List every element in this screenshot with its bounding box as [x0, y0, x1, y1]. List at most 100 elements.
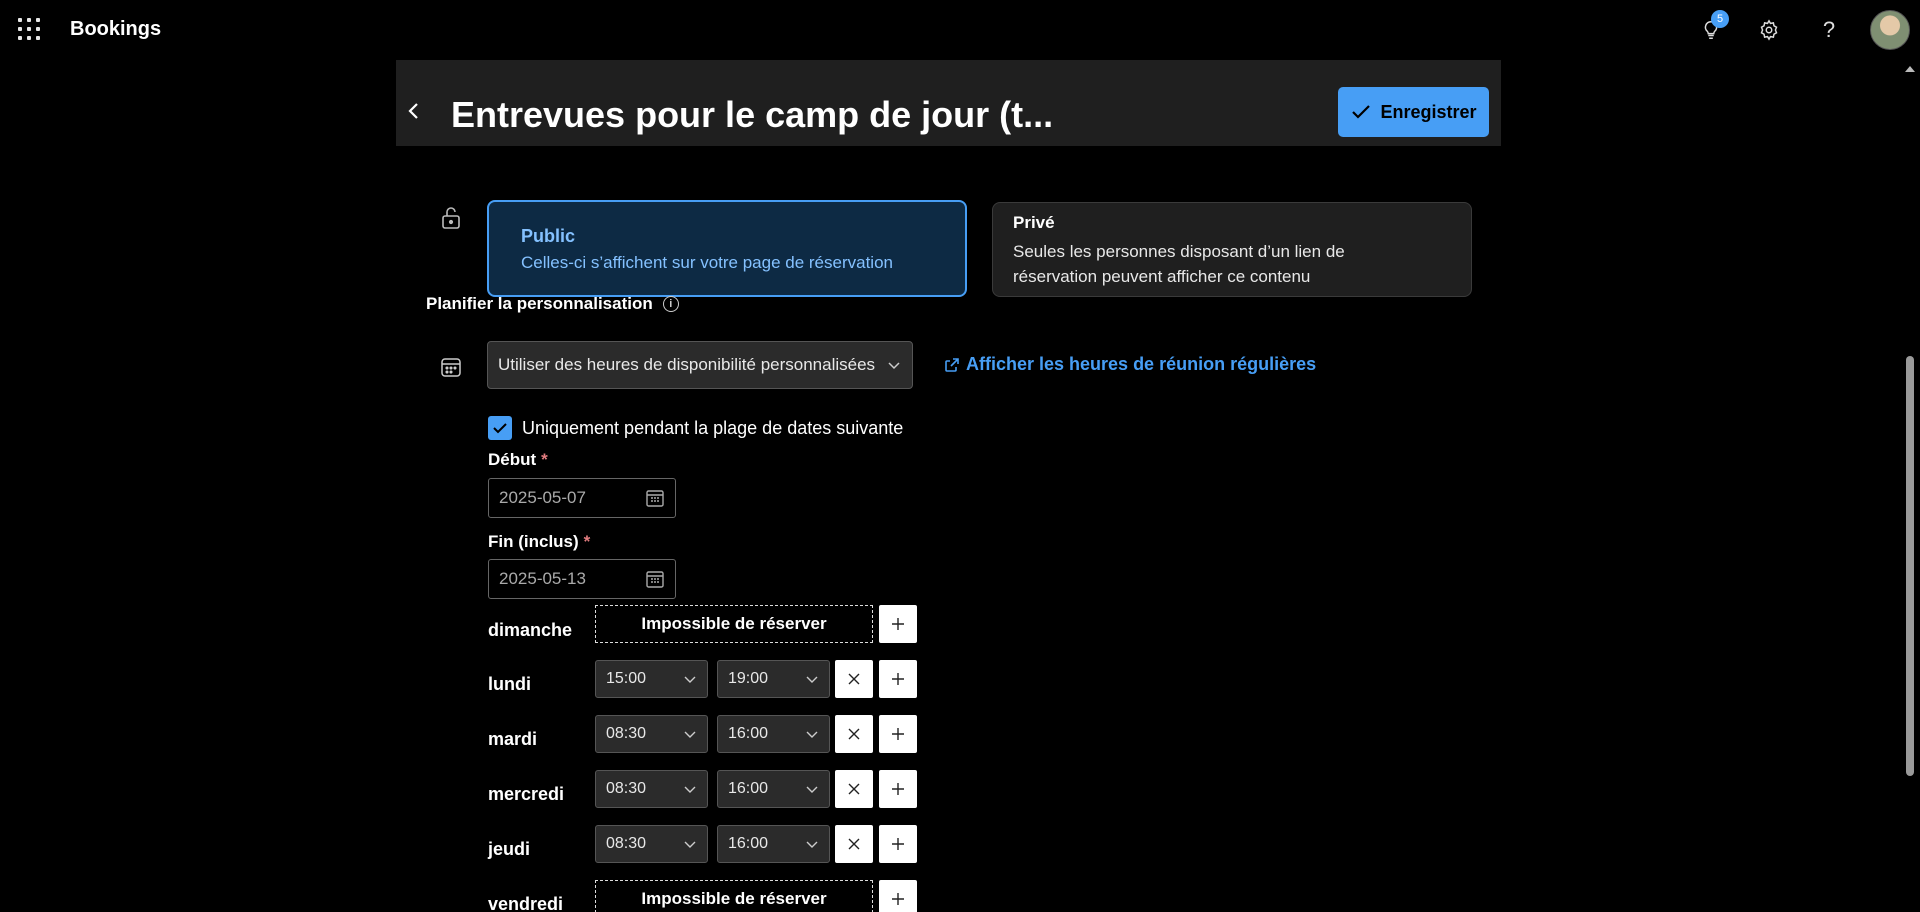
plus-icon — [892, 728, 904, 740]
end-date-label-text: Fin (inclus) — [488, 532, 579, 551]
end-time-wednesday-value: 16:00 — [728, 780, 769, 797]
schedule-title-text: Planifier la personnalisation — [426, 294, 653, 313]
availability-dropdown[interactable]: Utiliser des heures de disponibilité per… — [487, 341, 913, 389]
end-time-monday-value: 19:00 — [728, 670, 769, 687]
service-editor-panel: Entrevues pour le camp de jour (t... Enr… — [396, 60, 1501, 912]
day-label-monday: lundi — [488, 674, 531, 694]
checkmark-icon — [493, 423, 507, 434]
day-label-thursday: jeudi — [488, 839, 531, 859]
save-button-label: Enregistrer — [1380, 101, 1477, 122]
visibility-private-card[interactable]: Privé Seules les personnes disposant d’u… — [992, 202, 1472, 297]
start-time-monday[interactable]: 15:00 — [595, 660, 708, 698]
start-date-label: Début * — [488, 450, 548, 470]
chevron-down-icon — [684, 786, 696, 793]
required-mark: * — [541, 450, 548, 469]
unlock-icon — [440, 206, 462, 230]
plus-icon — [892, 618, 904, 630]
remove-slot-tuesday-button[interactable] — [835, 715, 873, 753]
app-launcher-icon[interactable] — [18, 18, 40, 40]
remove-slot-monday-button[interactable] — [835, 660, 873, 698]
page-title: Entrevues pour le camp de jour (t... — [451, 94, 1054, 135]
close-icon — [848, 673, 860, 685]
remove-slot-thursday-button[interactable] — [835, 825, 873, 863]
scroll-up-arrow-icon[interactable] — [1905, 66, 1915, 72]
end-time-wednesday[interactable]: 16:00 — [717, 770, 830, 808]
end-time-tuesday-value: 16:00 — [728, 725, 769, 742]
date-range-checkbox[interactable] — [488, 416, 512, 440]
start-date-value: 2025-05-07 — [499, 488, 586, 507]
plus-icon — [892, 783, 904, 795]
schedule-section-title: Planifier la personnalisation i — [426, 294, 679, 314]
chevron-down-icon — [806, 731, 818, 738]
add-slot-wednesday-button[interactable] — [879, 770, 917, 808]
availability-dropdown-value: Utiliser des heures de disponibilité per… — [498, 355, 876, 374]
date-range-checkbox-label: Uniquement pendant la plage de dates sui… — [522, 417, 904, 438]
day-label-tuesday: mardi — [488, 729, 538, 749]
open-external-icon — [945, 357, 959, 372]
plus-icon — [892, 838, 904, 850]
calendar-picker-icon[interactable] — [645, 569, 665, 589]
add-slot-monday-button[interactable] — [879, 660, 917, 698]
start-time-tuesday-value: 08:30 — [606, 725, 647, 742]
gear-icon[interactable] — [1753, 14, 1785, 46]
end-time-tuesday[interactable]: 16:00 — [717, 715, 830, 753]
add-slot-friday-button[interactable] — [879, 880, 917, 912]
save-button[interactable]: Enregistrer — [1338, 87, 1489, 137]
regular-hours-link-label: Afficher les heures de réunion régulière… — [966, 354, 1317, 374]
start-time-thursday[interactable]: 08:30 — [595, 825, 708, 863]
date-range-checkbox-row[interactable]: Uniquement pendant la plage de dates sui… — [488, 416, 903, 440]
start-time-monday-value: 15:00 — [606, 670, 647, 687]
add-slot-thursday-button[interactable] — [879, 825, 917, 863]
private-description: Seules les personnes disposant d’un lien… — [1013, 242, 1345, 286]
day-label-friday: vendredi — [488, 894, 564, 912]
add-slot-sunday-button[interactable] — [879, 605, 917, 643]
end-date-input[interactable]: 2025-05-13 — [488, 559, 676, 599]
chevron-down-icon — [684, 676, 696, 683]
private-title: Privé — [1013, 213, 1055, 232]
back-button[interactable] — [406, 100, 426, 128]
start-date-label-text: Début — [488, 450, 537, 469]
add-slot-tuesday-button[interactable] — [879, 715, 917, 753]
start-date-input[interactable]: 2025-05-07 — [488, 478, 676, 518]
unavailable-sunday: Impossible de réserver — [595, 605, 873, 643]
unavailable-friday: Impossible de réserver — [595, 880, 873, 912]
start-time-wednesday[interactable]: 08:30 — [595, 770, 708, 808]
end-date-label: Fin (inclus) * — [488, 532, 590, 552]
start-time-tuesday[interactable]: 08:30 — [595, 715, 708, 753]
public-description: Celles-ci s’affichent sur votre page de … — [521, 253, 893, 272]
close-icon — [848, 838, 860, 850]
help-icon[interactable]: ? — [1813, 14, 1845, 46]
required-mark: * — [583, 532, 591, 551]
panel-header: Entrevues pour le camp de jour (t... Enr… — [396, 60, 1501, 146]
chevron-down-icon — [806, 786, 818, 793]
start-time-thursday-value: 08:30 — [606, 835, 647, 852]
info-icon[interactable]: i — [662, 296, 679, 312]
day-label-sunday: dimanche — [488, 620, 573, 640]
plus-icon — [892, 893, 904, 905]
public-title: Public — [521, 226, 576, 246]
calendar-icon — [440, 356, 462, 378]
end-time-thursday-value: 16:00 — [728, 835, 769, 852]
app-name[interactable]: Bookings — [70, 18, 161, 41]
close-icon — [848, 728, 860, 740]
scrollbar-thumb[interactable] — [1906, 356, 1914, 776]
top-bar: Bookings 5 ? — [0, 0, 1920, 60]
end-time-monday[interactable]: 19:00 — [717, 660, 830, 698]
day-label-wednesday: mercredi — [488, 784, 565, 804]
notification-badge: 5 — [1711, 10, 1729, 28]
chevron-down-icon — [806, 676, 818, 683]
remove-slot-wednesday-button[interactable] — [835, 770, 873, 808]
regular-hours-link[interactable]: Afficher les heures de réunion régulière… — [944, 354, 1316, 375]
chevron-down-icon — [684, 841, 696, 848]
checkmark-icon — [1352, 105, 1371, 119]
chevron-down-icon — [684, 731, 696, 738]
chevron-down-icon — [888, 362, 900, 370]
calendar-picker-icon[interactable] — [645, 488, 665, 508]
visibility-public-card[interactable]: Public Celles-ci s’affichent sur votre p… — [487, 200, 967, 297]
close-icon — [848, 783, 860, 795]
end-date-value: 2025-05-13 — [499, 569, 586, 588]
avatar[interactable] — [1870, 10, 1910, 50]
end-time-thursday[interactable]: 16:00 — [717, 825, 830, 863]
start-time-wednesday-value: 08:30 — [606, 780, 647, 797]
plus-icon — [892, 673, 904, 685]
